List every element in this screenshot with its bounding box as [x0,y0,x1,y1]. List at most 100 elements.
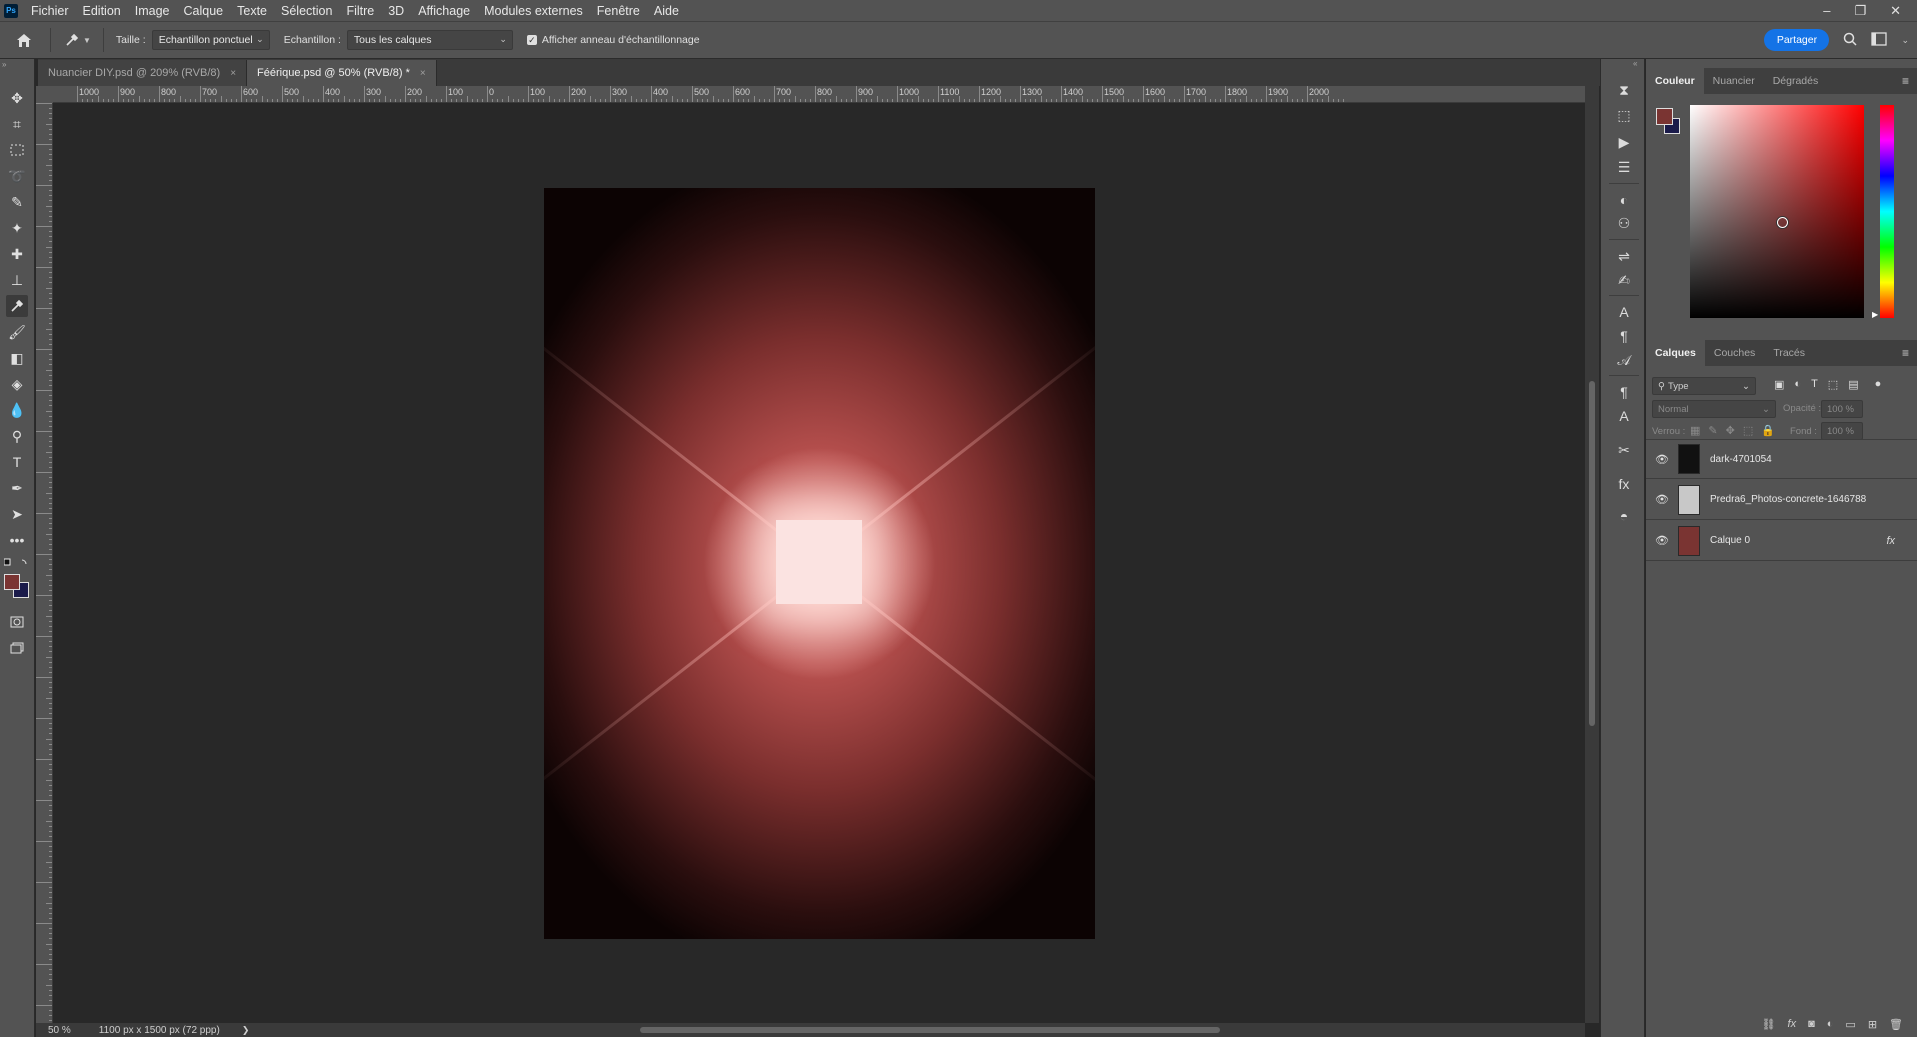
menu-modules-externes[interactable]: Modules externes [477,4,590,18]
layer-row[interactable]: 👁 Calque 0 fx [1646,521,1917,561]
zoom-level[interactable]: 50 % [48,1025,71,1036]
lock-artboard-icon[interactable]: ⬚ [1743,424,1753,437]
collapse-arrows-icon[interactable]: » [2,60,6,69]
new-adjustment-layer-icon[interactable]: ◐ [1827,1018,1834,1030]
brushes-icon[interactable]: ✍ [1613,269,1635,291]
lock-all-icon[interactable]: 🔒 [1761,424,1775,437]
foreground-color-swatch[interactable] [1656,108,1673,125]
close-window-button[interactable]: ✕ [1890,3,1901,19]
share-button[interactable]: Partager [1764,29,1830,51]
color-swatches[interactable] [4,572,32,602]
blend-mode-dropdown[interactable]: Normal ⌄ [1652,400,1776,418]
adjustments-icon[interactable]: ◐ [1613,189,1635,211]
horizontal-scrollbar[interactable] [275,1023,1585,1037]
color-field[interactable] [1690,105,1864,318]
menu-selection[interactable]: Sélection [274,4,339,18]
eraser-tool-icon[interactable]: ◧ [6,347,28,369]
type-filter-icon[interactable]: T [1811,378,1818,391]
layer-effects-icon[interactable]: fx [1886,535,1895,547]
tab-nuancier-diy[interactable]: Nuancier DIY.psd @ 209% (RVB/8) × [38,60,248,86]
glyphs-icon[interactable]: 𝒜 [1613,349,1635,371]
menu-3d[interactable]: 3D [381,4,411,18]
menu-fenetre[interactable]: Fenêtre [590,4,647,18]
new-group-icon[interactable]: ▭ [1845,1018,1855,1031]
search-icon[interactable] [1843,32,1857,49]
timeline-icon[interactable]: ◓ [1613,505,1635,527]
adjustment-filter-icon[interactable]: ◐ [1794,378,1801,391]
lock-position-icon[interactable]: ✥ [1726,424,1735,437]
status-menu-arrow[interactable]: ❯ [242,1025,250,1036]
new-layer-icon[interactable]: ⊞ [1868,1018,1877,1031]
scrollbar-thumb[interactable] [640,1027,1220,1033]
menu-edition[interactable]: Edition [76,4,128,18]
tab-degrades[interactable]: Dégradés [1764,68,1828,94]
add-mask-icon[interactable]: ◙ [1808,1018,1815,1030]
horizontal-ruler[interactable]: 1000 900 800 700 600 500 400 300 200 100 0 100 200 30… [53,86,1585,103]
properties-icon[interactable]: ☰ [1613,156,1635,178]
tab-traces[interactable]: Tracés [1764,340,1814,366]
layer-name[interactable]: dark-4701054 [1710,454,1772,465]
default-colors-icon[interactable] [3,557,30,569]
menu-fichier[interactable]: Fichier [24,4,76,18]
blur-tool-icon[interactable]: 💧 [6,399,28,421]
history-icon[interactable]: ⧗ [1613,79,1635,101]
quick-mask-icon[interactable] [6,611,28,633]
color-picker-cursor[interactable] [1777,217,1788,228]
libraries-icon[interactable]: ⚇ [1613,212,1635,234]
menu-filtre[interactable]: Filtre [339,4,381,18]
menu-texte[interactable]: Texte [230,4,274,18]
move-tool-icon[interactable]: ✥ [6,87,28,109]
document-image[interactable] [544,188,1095,939]
filter-toggle-icon[interactable]: ● [1875,378,1882,391]
character-styles-icon[interactable]: A [1613,405,1635,427]
pixel-filter-icon[interactable]: ▣ [1774,378,1784,391]
eyedropper-tool-icon[interactable] [6,295,28,317]
shape-filter-icon[interactable]: ⬚ [1828,378,1838,391]
lasso-tool-icon[interactable]: ➰ [6,165,28,187]
scrollbar-thumb[interactable] [1589,381,1595,726]
sample-dropdown[interactable]: Tous les calques ⌄ [346,30,513,50]
channels-icon[interactable]: ⇌ [1613,245,1635,267]
workspace-icon[interactable] [1871,31,1888,49]
menu-calque[interactable]: Calque [177,4,231,18]
layer-row[interactable]: 👁 Predra6_Photos-concrete-1646788 [1646,480,1917,520]
layer-row[interactable]: 👁 dark-4701054 [1646,439,1917,479]
canvas-area[interactable] [53,103,1585,1023]
smart-object-filter-icon[interactable]: ▤ [1848,378,1858,391]
3d-icon[interactable]: ⬚ [1613,104,1635,126]
layer-name[interactable]: Calque 0 [1710,535,1750,546]
close-tab-icon[interactable]: × [420,68,426,79]
paint-bucket-tool-icon[interactable]: ◈ [6,373,28,395]
restore-button[interactable]: ❐ [1854,3,1866,19]
panel-menu-icon[interactable]: ≡ [1902,346,1917,360]
tab-calques[interactable]: Calques [1646,340,1705,366]
vertical-scrollbar[interactable] [1585,86,1599,1023]
path-selection-tool-icon[interactable]: ➤ [6,503,28,525]
menu-image[interactable]: Image [128,4,177,18]
menu-affichage[interactable]: Affichage [411,4,477,18]
styles-fx-icon[interactable]: fx [1613,473,1635,495]
tab-feerique[interactable]: Féérique.psd @ 50% (RVB/8) * × [247,60,437,86]
object-selection-tool-icon[interactable]: ✎ [6,191,28,213]
close-tab-icon[interactable]: × [230,68,236,79]
foreground-color-swatch[interactable] [4,574,20,590]
screen-mode-icon[interactable] [6,637,28,659]
dodge-tool-icon[interactable]: ⚲ [6,425,28,447]
eye-icon[interactable]: 👁 [1654,453,1670,466]
menu-aide[interactable]: Aide [647,4,686,18]
paragraph-icon[interactable]: ¶ [1613,325,1635,347]
tab-couches[interactable]: Couches [1705,340,1764,366]
eye-icon[interactable]: 👁 [1654,493,1670,506]
eyedropper-preset-icon[interactable]: ▼ [65,33,91,47]
layer-name[interactable]: Predra6_Photos-concrete-1646788 [1710,494,1866,505]
tab-nuancier[interactable]: Nuancier [1704,68,1764,94]
crop-tool-icon[interactable]: ⌗ [6,113,28,135]
paragraph-styles-icon[interactable]: ¶ [1613,381,1635,403]
vertical-ruler[interactable] [36,103,53,1023]
panel-menu-icon[interactable]: ≡ [1902,74,1917,88]
link-layers-icon[interactable]: ⛓ [1762,1018,1776,1031]
collapse-arrows-icon[interactable]: « [1633,59,1637,68]
lock-pixels-icon[interactable]: ✎ [1708,424,1717,437]
sampling-ring-checkbox[interactable]: ✓ [526,35,537,45]
magic-wand-tool-icon[interactable]: ✦ [6,217,28,239]
